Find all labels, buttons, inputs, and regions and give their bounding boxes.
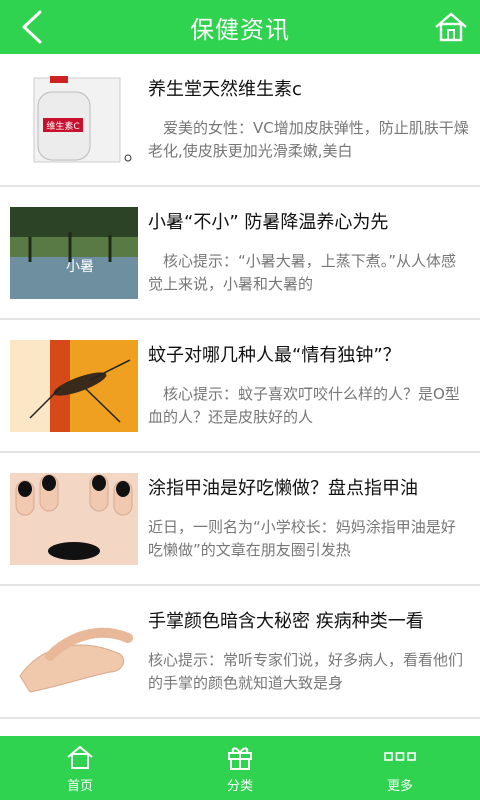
home-button[interactable] bbox=[432, 9, 470, 45]
tab-label: 更多 bbox=[386, 778, 413, 794]
page-title: 保健资讯 bbox=[190, 15, 290, 44]
article-title: 小暑“不小” 防暑降温养心为先 bbox=[148, 211, 389, 233]
tab-category[interactable]: 分类 bbox=[160, 736, 320, 800]
article-item[interactable]: 小暑 小暑“不小” 防暑降温养心为先 核心提示：“小暑大暑，上蒸下煮。”从人体感… bbox=[0, 187, 480, 320]
tab-home[interactable]: 首页 bbox=[0, 736, 160, 800]
article-title: 蚊子对哪几种人最“情有独钟”？ bbox=[148, 344, 401, 366]
article-summary: 核心提示：常听专家们说，好多病人，看看他们的手掌的颜色就知道大致是身 bbox=[148, 650, 464, 692]
article-thumbnail bbox=[10, 339, 138, 432]
thumb-label: 维生素C bbox=[46, 120, 79, 132]
article-summary: 爱美的女性：VC增加皮肤弹性，防止肌肤干燥老化,使皮肤更加光滑柔嫩,美白 bbox=[148, 118, 469, 160]
tab-label: 首页 bbox=[66, 778, 93, 794]
article-title: 手掌颜色暗含大秘密 疾病种类一看 bbox=[148, 610, 424, 632]
article-item[interactable]: 涂指甲油是好吃懒做？盘点指甲油 近日，一则名为“小学校长：妈妈涂指甲油是好吃懒做… bbox=[0, 453, 480, 586]
article-thumbnail bbox=[10, 472, 138, 565]
tab-label: 分类 bbox=[226, 778, 253, 794]
article-title: 涂指甲油是好吃懒做？盘点指甲油 bbox=[148, 477, 418, 499]
article-item[interactable]: 维生素C 养生堂天然维生素c 爱美的女性：VC增加皮肤弹性，防止肌肤干燥老化,使… bbox=[0, 54, 480, 187]
article-item[interactable]: 手掌颜色暗含大秘密 疾病种类一看 核心提示：常听专家们说，好多病人，看看他们的手… bbox=[0, 586, 480, 719]
article-summary: 核心提示：蚊子喜欢叮咬什么样的人？是O型血的人？还是皮肤好的人 bbox=[148, 384, 460, 426]
bottom-tab-bar: 首页 分类 更多 bbox=[0, 736, 480, 800]
chevron-left-icon bbox=[22, 10, 42, 44]
home-icon bbox=[67, 745, 93, 769]
article-list[interactable]: 维生素C 养生堂天然维生素c 爱美的女性：VC增加皮肤弹性，防止肌肤干燥老化,使… bbox=[0, 54, 480, 736]
article-summary: 近日，一则名为“小学校长：妈妈涂指甲油是好吃懒做”的文章在朋友圈引发热 bbox=[148, 517, 456, 559]
thumb-label: 小暑 bbox=[66, 259, 94, 275]
article-title: 养生堂天然维生素c bbox=[148, 78, 302, 100]
gift-icon bbox=[228, 746, 252, 770]
article-item[interactable]: 蚊子对哪几种人最“情有独钟”？ 核心提示：蚊子喜欢叮咬什么样的人？是O型血的人？… bbox=[0, 320, 480, 453]
more-icon bbox=[384, 751, 416, 761]
article-thumbnail bbox=[10, 605, 138, 698]
home-icon bbox=[435, 12, 467, 42]
article-thumbnail: 小暑 bbox=[10, 206, 138, 299]
back-button[interactable] bbox=[14, 9, 50, 45]
app-header: 保健资讯 bbox=[0, 0, 480, 54]
article-thumbnail: 维生素C bbox=[10, 73, 138, 166]
article-summary: 核心提示：“小暑大暑，上蒸下煮。”从人体感觉上来说，小暑和大暑的 bbox=[148, 251, 457, 293]
tab-more[interactable]: 更多 bbox=[320, 736, 480, 800]
